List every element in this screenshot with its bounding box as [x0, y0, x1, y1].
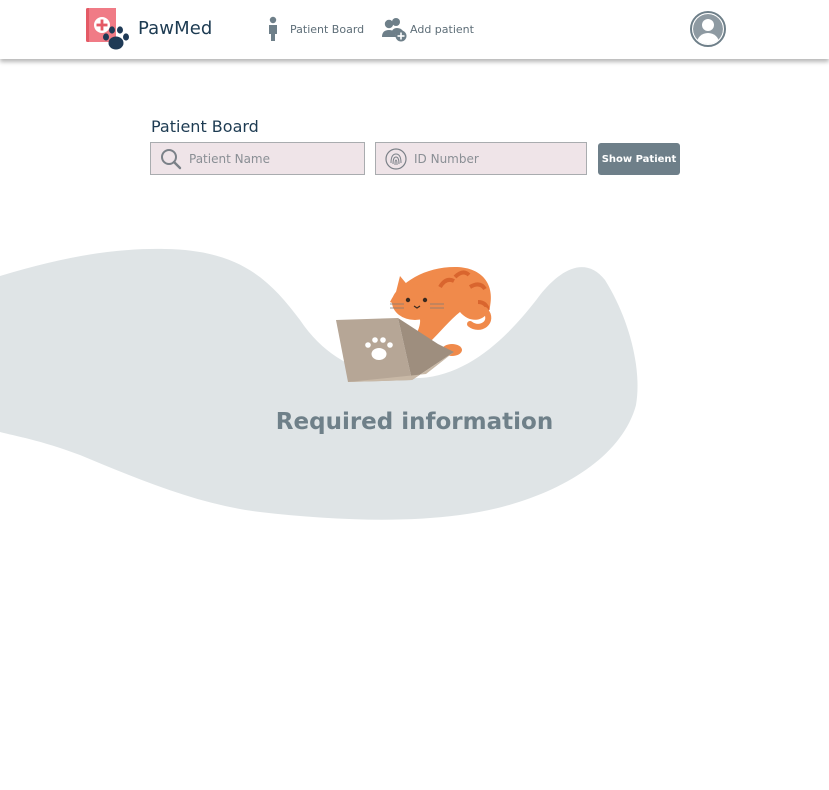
add-user-icon — [382, 18, 407, 42]
pawmed-logo-icon[interactable] — [86, 8, 130, 52]
nav-patient-board-label: Patient Board — [290, 22, 365, 36]
search-icon — [161, 148, 182, 169]
nav-add-patient-label: Add patient — [410, 22, 474, 36]
top-nav-bar: PawMed Patient Board Add patient — [0, 0, 829, 59]
fingerprint-icon — [385, 147, 407, 170]
show-patient-button[interactable]: Show Patient — [598, 143, 680, 175]
required-information-message: Required information — [275, 409, 554, 435]
person-icon — [269, 16, 277, 41]
brand-name[interactable]: PawMed — [138, 18, 212, 39]
nav-add-patient[interactable]: Add patient — [382, 16, 474, 42]
page-title: Patient Board — [151, 117, 259, 136]
cat-laptop-illustration — [336, 267, 492, 382]
patient-name-field[interactable] — [150, 142, 365, 175]
id-number-input[interactable] — [414, 151, 586, 166]
user-avatar-icon[interactable] — [690, 11, 726, 47]
patient-name-input[interactable] — [189, 151, 364, 166]
id-number-field[interactable] — [375, 142, 587, 175]
nav-patient-board[interactable]: Patient Board — [266, 16, 364, 42]
